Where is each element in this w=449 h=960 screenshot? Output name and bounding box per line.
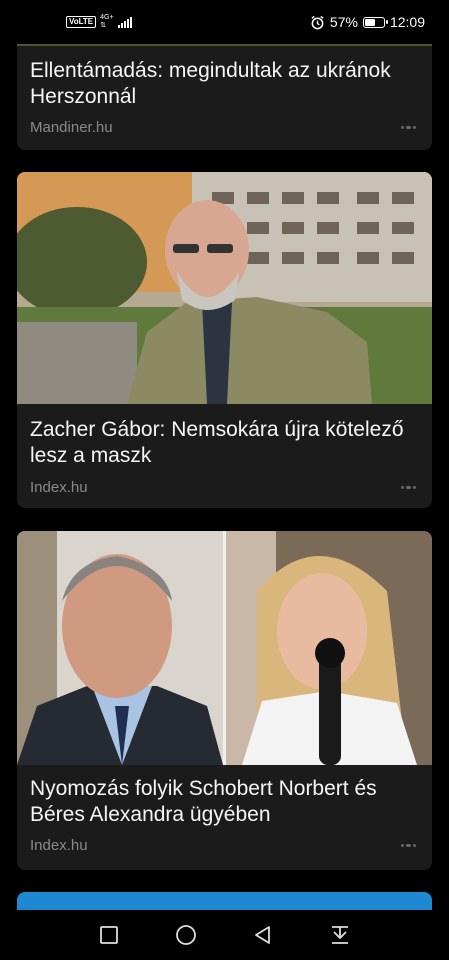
article-image[interactable]: [17, 172, 432, 404]
article-source: Index.hu: [30, 479, 88, 496]
battery-percent: 57%: [329, 14, 358, 30]
clock: 12:09: [389, 14, 425, 30]
notification-pull-button[interactable]: [320, 915, 360, 955]
more-options-icon[interactable]: [401, 486, 416, 489]
article-source: Index.hu: [30, 837, 88, 854]
recent-apps-icon: [99, 926, 118, 944]
more-options-icon[interactable]: [401, 844, 416, 847]
status-bar: VoLTE 4G+ ⇅ 57% 12:09: [0, 0, 449, 44]
network-type-indicator: 4G+ ⇅: [100, 14, 113, 30]
home-icon: [175, 925, 196, 945]
article-source: Mandiner.hu: [30, 119, 113, 136]
news-card[interactable]: Ellentámadás: megindultak az ukránok Her…: [17, 44, 432, 150]
back-icon: [255, 926, 271, 944]
navigation-bar: [0, 910, 449, 960]
article-image[interactable]: [17, 531, 432, 765]
home-button[interactable]: [166, 915, 206, 955]
image-edge: [17, 44, 432, 46]
article-title[interactable]: Zacher Gábor: Nemsokára újra kötelező le…: [17, 417, 432, 469]
signal-strength-icon: [117, 16, 132, 28]
news-card[interactable]: Nyomozás folyik Schobert Norbert és Bére…: [17, 531, 432, 870]
battery-icon: [362, 16, 388, 28]
data-arrows-icon: ⇅: [100, 22, 107, 29]
more-options-icon[interactable]: [401, 126, 416, 129]
article-title[interactable]: Nyomozás folyik Schobert Norbert és Bére…: [17, 776, 432, 828]
status-left: VoLTE 4G+ ⇅: [66, 14, 132, 30]
news-card[interactable]: Zacher Gábor: Nemsokára újra kötelező le…: [17, 172, 432, 508]
back-button[interactable]: [243, 915, 283, 955]
status-right: 57% 12:09: [310, 14, 425, 30]
volte-indicator: VoLTE: [66, 16, 97, 28]
recent-apps-button[interactable]: [89, 915, 129, 955]
notification-pull-icon: [332, 926, 349, 944]
battery-level-fill: [364, 18, 375, 26]
network-type-label: 4G+: [100, 14, 114, 21]
article-title[interactable]: Ellentámadás: megindultak az ukránok Her…: [17, 58, 432, 110]
alarm-icon: [310, 15, 325, 30]
